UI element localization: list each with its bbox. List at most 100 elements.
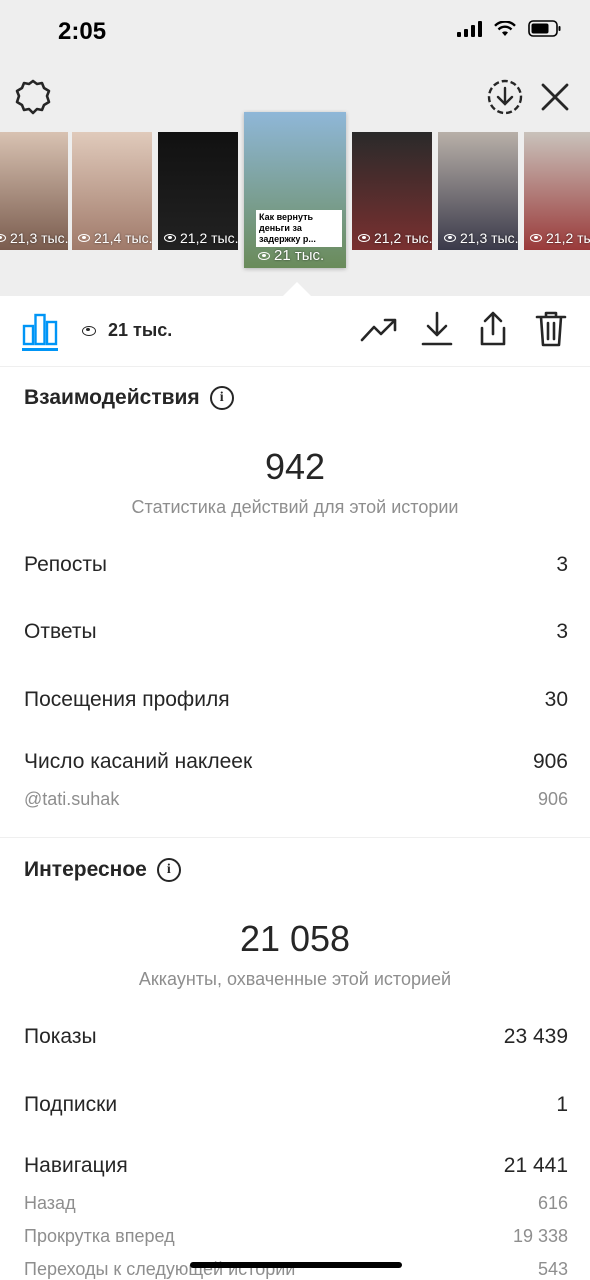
story-thumbnail-strip: 21,3 тыс. 21,4 тыс. 21,2 тыс. Как вернуть д…	[0, 112, 590, 282]
views-count: 21 тыс.	[108, 320, 173, 340]
thumbnail-views-count: 21,2 тыс.	[180, 230, 238, 246]
download-icon	[421, 311, 453, 346]
metric-label: Назад	[24, 1193, 76, 1213]
save-story-button[interactable]	[486, 78, 524, 116]
share-icon	[480, 311, 506, 346]
metric-subrow-sticker-account: @tati.suhak 906	[24, 789, 568, 810]
status-time: 2:05	[58, 18, 107, 45]
settings-button[interactable]	[14, 78, 52, 116]
eye-icon	[258, 251, 270, 260]
info-icon[interactable]: i	[156, 858, 181, 882]
metric-label: Показы	[24, 1025, 97, 1048]
thumbnail-views: 21,2 тыс.	[530, 230, 590, 246]
eye-icon	[530, 234, 542, 242]
bar-chart-icon	[22, 313, 58, 346]
signal-icon	[457, 20, 482, 37]
insights-tab[interactable]	[22, 312, 58, 346]
metric-value: 3	[556, 553, 568, 576]
metric-value: 906	[532, 750, 568, 773]
status-icons	[457, 20, 562, 37]
eye-icon	[78, 234, 90, 242]
metric-label: Репосты	[24, 553, 108, 576]
metric-label: Навигация	[24, 1154, 128, 1177]
share-button[interactable]	[476, 310, 510, 348]
metric-label[interactable]: @tati.suhak	[24, 789, 119, 810]
story-thumbnail[interactable]: 21,2 тыс.	[524, 132, 590, 250]
thumbnail-views-count: 21,3 тыс.	[10, 230, 68, 246]
discovery-total: 21 058	[239, 918, 351, 959]
eye-icon	[0, 234, 6, 242]
eye-icon	[82, 325, 96, 336]
home-indicator	[190, 1262, 402, 1268]
discovery-header: Интересное i	[24, 858, 181, 882]
trash-icon	[535, 311, 567, 347]
viewers-button[interactable]: 21 тыс.	[82, 320, 172, 341]
discovery-subtitle: Аккаунты, охваченные этой историей	[138, 969, 452, 989]
active-tab-indicator	[22, 348, 58, 351]
metric-label: Посещения профиля	[24, 688, 230, 711]
promote-button[interactable]	[360, 314, 398, 344]
thumbnail-views-count: 21,2 тыс.	[546, 230, 590, 246]
metric-value: 543	[537, 1259, 568, 1279]
metric-subrow-forward: Прокрутка вперед 19 338	[24, 1226, 568, 1247]
interactions-total: 942	[264, 446, 326, 487]
eye-icon	[164, 234, 176, 242]
eye-icon	[444, 234, 456, 242]
thumbnail-views: 21,2 тыс.	[164, 230, 238, 246]
metric-label: Прокрутка вперед	[24, 1226, 175, 1246]
metric-value: 23 439	[503, 1025, 568, 1048]
metric-row-follows: Подписки 1	[24, 1093, 568, 1117]
metric-value: 30	[544, 688, 568, 711]
metric-label: Число касаний наклеек	[24, 750, 253, 773]
download-circle-icon	[487, 79, 523, 115]
thumbnail-views-count: 21 тыс.	[274, 247, 325, 264]
metric-label: Ответы	[24, 620, 97, 643]
metric-row-replies: Ответы 3	[24, 620, 568, 644]
interactions-subtitle: Статистика действий для этой истории	[131, 497, 459, 517]
story-thumbnail[interactable]: 21,3 тыс.	[438, 132, 518, 250]
delete-button[interactable]	[534, 310, 568, 348]
thumbnail-views: 21,3 тыс.	[444, 230, 518, 246]
status-bar: 2:05	[0, 0, 590, 66]
thumbnail-views: 21 тыс.	[258, 247, 324, 264]
thumbnail-views: 21,3 тыс.	[0, 230, 68, 246]
trending-up-icon	[360, 318, 397, 342]
metric-value: 21 441	[503, 1154, 568, 1177]
story-thumbnail[interactable]: 21,2 тыс.	[352, 132, 432, 250]
thumbnail-views: 21,4 тыс.	[78, 230, 152, 246]
thumbnail-views-count: 21,4 тыс.	[94, 230, 152, 246]
story-thumbnail[interactable]: 21,4 тыс.	[72, 132, 152, 250]
metric-row-impressions: Показы 23 439	[24, 1025, 568, 1049]
selected-pointer	[283, 282, 311, 296]
metric-value: 3	[556, 620, 568, 643]
story-toolbar: 21 тыс.	[0, 296, 590, 367]
metric-subrow-back: Назад 616	[24, 1193, 568, 1214]
metric-value: 1	[556, 1093, 568, 1116]
story-thumbnail[interactable]: 21,2 тыс.	[158, 132, 238, 250]
interactions-title: Взаимодействия	[24, 386, 200, 409]
battery-icon	[528, 20, 561, 37]
thumbnail-views-count: 21,3 тыс.	[460, 230, 518, 246]
metric-value: 616	[537, 1193, 568, 1213]
metric-value: 19 338	[512, 1226, 568, 1246]
eye-icon	[358, 234, 370, 242]
info-icon[interactable]: i	[209, 386, 234, 410]
gear-icon	[15, 79, 51, 115]
metric-row-profile-visits: Посещения профиля 30	[24, 688, 568, 712]
metric-label: Подписки	[24, 1093, 118, 1116]
close-icon	[541, 83, 569, 111]
section-divider	[0, 837, 590, 838]
metric-row-sticker-taps: Число касаний наклеек 906	[24, 750, 568, 774]
thumbnail-views: 21,2 тыс.	[358, 230, 432, 246]
metric-row-reposts: Репосты 3	[24, 553, 568, 577]
wifi-icon	[494, 20, 516, 36]
metric-value: 906	[537, 789, 568, 809]
story-caption: Как вернуть деньги за задержку р...	[256, 210, 342, 247]
download-button[interactable]	[420, 310, 454, 348]
story-thumbnail-selected[interactable]: Как вернуть деньги за задержку р... 21 ты…	[244, 112, 346, 268]
close-button[interactable]	[538, 80, 572, 114]
story-thumbnail[interactable]: 21,3 тыс.	[0, 132, 68, 250]
discovery-title: Интересное	[24, 858, 147, 881]
metric-row-navigation: Навигация 21 441	[24, 1154, 568, 1178]
thumbnail-views-count: 21,2 тыс.	[374, 230, 432, 246]
